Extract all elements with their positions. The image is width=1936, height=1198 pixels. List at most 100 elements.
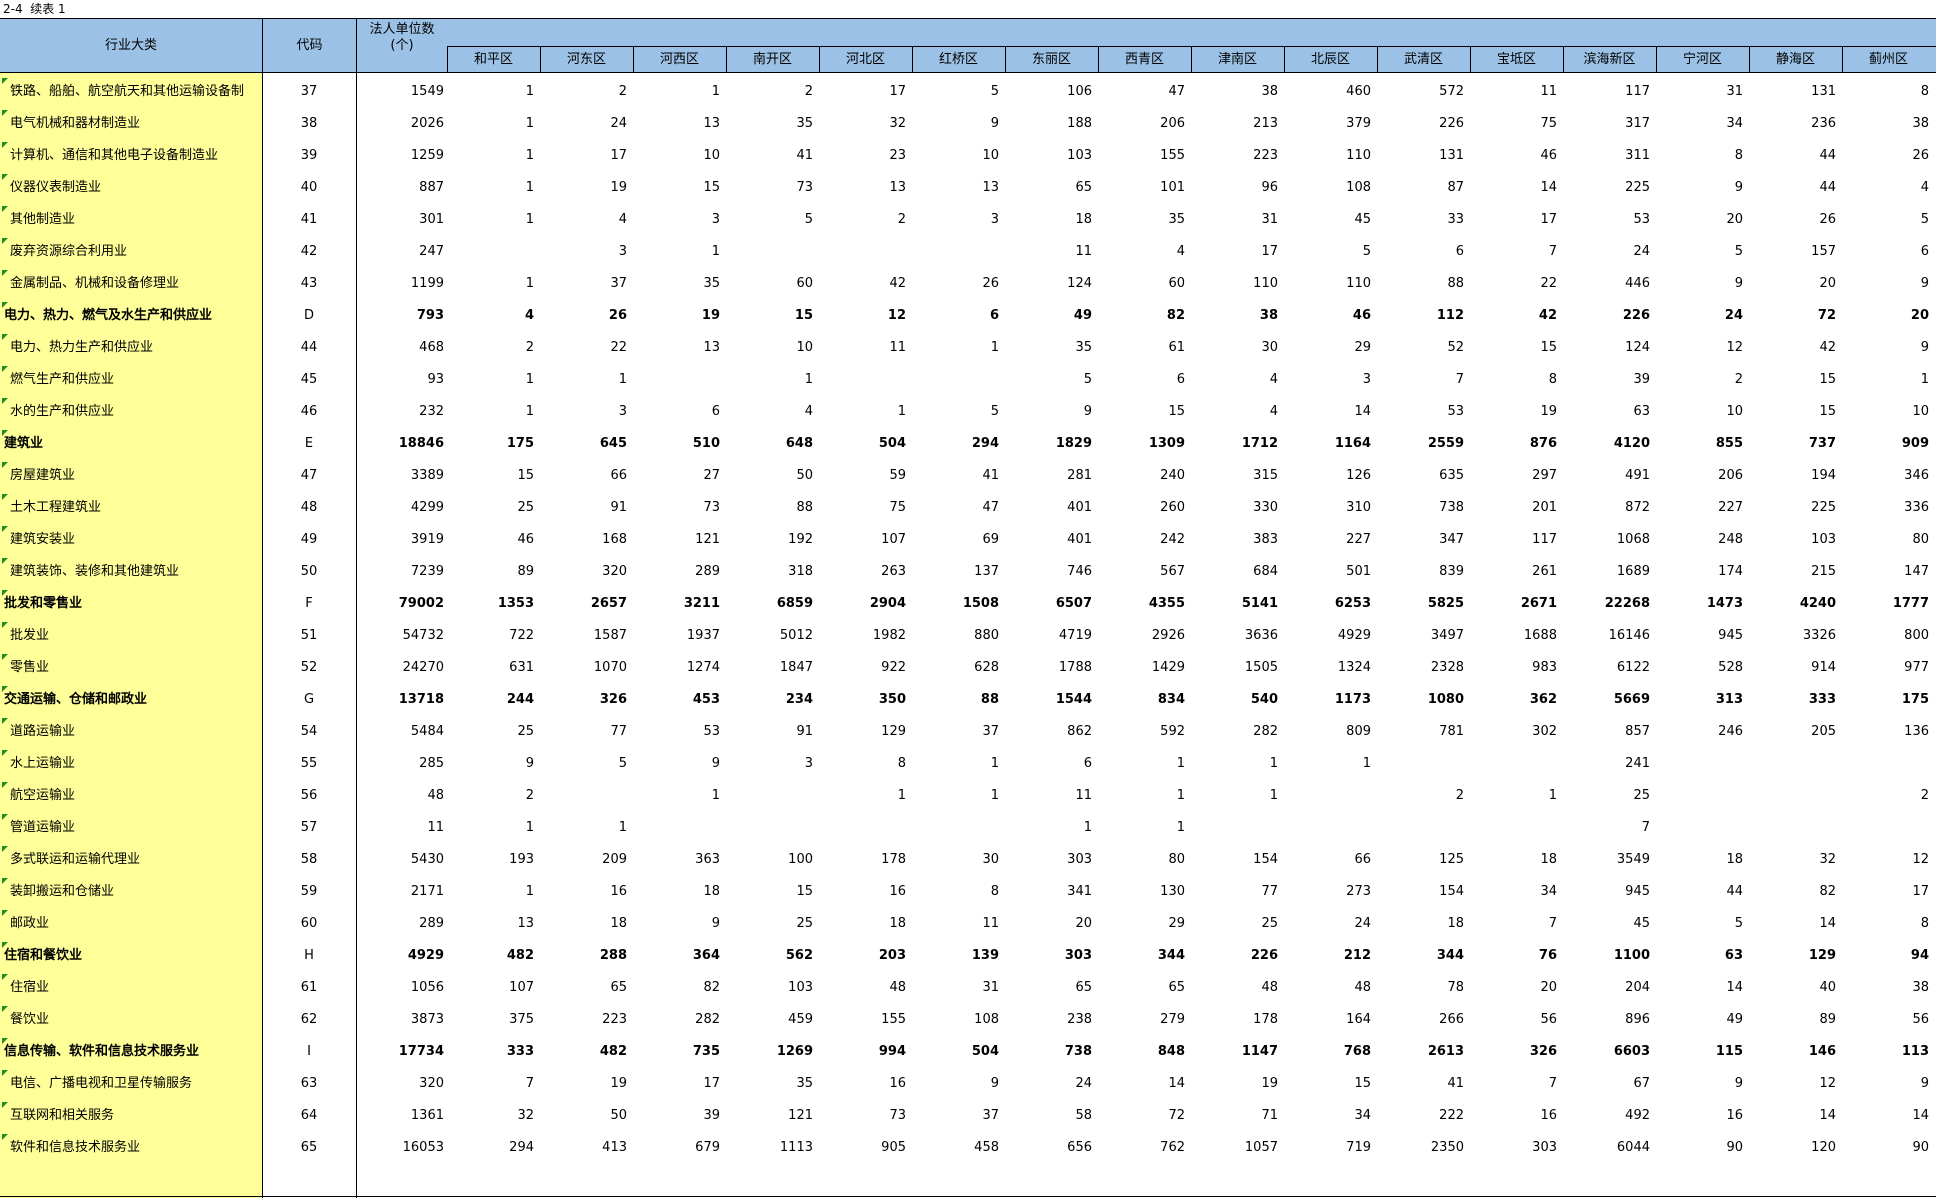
row-district-value[interactable]: 2 <box>540 76 627 108</box>
row-district-value[interactable]: 203 <box>819 940 906 972</box>
row-total[interactable]: 301 <box>357 204 444 236</box>
row-district-value[interactable]: 58 <box>1005 1100 1092 1132</box>
row-district-value[interactable]: 39 <box>1563 364 1650 396</box>
row-district-value[interactable]: 82 <box>1098 300 1185 332</box>
row-district-value[interactable]: 226 <box>1191 940 1278 972</box>
row-district-value[interactable]: 103 <box>1005 140 1092 172</box>
row-district-value[interactable]: 244 <box>447 684 534 716</box>
row-district-value[interactable]: 20 <box>1470 972 1557 1004</box>
row-total[interactable]: 3873 <box>357 1004 444 1036</box>
row-district-value[interactable]: 9 <box>447 748 534 780</box>
row-district-value[interactable]: 108 <box>912 1004 999 1036</box>
row-district-value[interactable]: 1429 <box>1098 652 1185 684</box>
row-district-value[interactable]: 44 <box>1656 876 1743 908</box>
row-district-value[interactable]: 1309 <box>1098 428 1185 460</box>
row-district-value[interactable]: 1788 <box>1005 652 1092 684</box>
row-district-value[interactable]: 5012 <box>726 620 813 652</box>
row-district-value[interactable]: 1324 <box>1284 652 1371 684</box>
row-district-value[interactable]: 510 <box>633 428 720 460</box>
row-district-value[interactable]: 6 <box>1377 236 1464 268</box>
row-district-value[interactable]: 7 <box>1470 908 1557 940</box>
row-district-value[interactable]: 117 <box>1563 76 1650 108</box>
row-district-value[interactable]: 279 <box>1098 1004 1185 1036</box>
row-district-value[interactable]: 63 <box>1656 940 1743 972</box>
row-industry-name[interactable]: 交通运输、仓储和邮政业 <box>4 684 260 716</box>
row-district-value[interactable]: 1 <box>447 812 534 844</box>
row-district-value[interactable]: 50 <box>726 460 813 492</box>
row-district-value[interactable]: 914 <box>1749 652 1836 684</box>
header-district[interactable]: 蓟州区 <box>1842 46 1935 73</box>
row-district-value[interactable]: 18 <box>540 908 627 940</box>
row-district-value[interactable]: 82 <box>1749 876 1836 908</box>
row-code[interactable]: 57 <box>262 812 356 844</box>
row-total[interactable]: 54732 <box>357 620 444 652</box>
row-district-value[interactable]: 645 <box>540 428 627 460</box>
row-district-value[interactable]: 1 <box>447 268 534 300</box>
row-district-value[interactable]: 241 <box>1563 748 1650 780</box>
row-district-value[interactable]: 9 <box>912 108 999 140</box>
row-district-value[interactable]: 53 <box>633 716 720 748</box>
row-district-value[interactable]: 20 <box>1842 300 1929 332</box>
row-district-value[interactable]: 164 <box>1284 1004 1371 1036</box>
row-district-value[interactable]: 9 <box>1842 332 1929 364</box>
row-district-value[interactable]: 684 <box>1191 556 1278 588</box>
row-district-value[interactable]: 1982 <box>819 620 906 652</box>
row-district-value[interactable]: 9 <box>633 748 720 780</box>
row-district-value[interactable]: 857 <box>1563 716 1650 748</box>
row-district-value[interactable]: 26 <box>540 300 627 332</box>
row-district-value[interactable]: 131 <box>1377 140 1464 172</box>
row-district-value[interactable]: 9 <box>912 1068 999 1100</box>
row-district-value[interactable]: 1473 <box>1656 588 1743 620</box>
row-district-value[interactable]: 1 <box>447 364 534 396</box>
row-total[interactable]: 247 <box>357 236 444 268</box>
row-district-value[interactable]: 42 <box>1749 332 1836 364</box>
row-industry-name[interactable]: 燃气生产和供应业 <box>10 364 260 396</box>
row-industry-name[interactable]: 装卸搬运和仓储业 <box>10 876 260 908</box>
row-district-value[interactable]: 204 <box>1563 972 1650 1004</box>
row-district-value[interactable]: 155 <box>1098 140 1185 172</box>
row-district-value[interactable]: 261 <box>1470 556 1557 588</box>
row-district-value[interactable]: 6 <box>1005 748 1092 780</box>
row-district-value[interactable]: 294 <box>447 1132 534 1164</box>
row-district-value[interactable]: 10 <box>912 140 999 172</box>
row-district-value[interactable]: 19 <box>1191 1068 1278 1100</box>
row-district-value[interactable]: 48 <box>819 972 906 1004</box>
row-district-value[interactable]: 317 <box>1563 108 1650 140</box>
row-district-value[interactable]: 9 <box>1656 1068 1743 1100</box>
row-code[interactable]: 46 <box>262 396 356 428</box>
row-district-value[interactable]: 2926 <box>1098 620 1185 652</box>
row-district-value[interactable]: 206 <box>1656 460 1743 492</box>
row-district-value[interactable]: 401 <box>1005 524 1092 556</box>
row-district-value[interactable]: 5141 <box>1191 588 1278 620</box>
row-district-value[interactable]: 103 <box>726 972 813 1004</box>
row-district-value[interactable]: 175 <box>447 428 534 460</box>
row-district-value[interactable]: 341 <box>1005 876 1092 908</box>
row-district-value[interactable]: 1 <box>540 812 627 844</box>
row-district-value[interactable]: 17 <box>540 140 627 172</box>
row-district-value[interactable]: 73 <box>726 172 813 204</box>
row-total[interactable]: 5430 <box>357 844 444 876</box>
row-code[interactable]: I <box>262 1036 356 1068</box>
row-district-value[interactable]: 1847 <box>726 652 813 684</box>
row-district-value[interactable]: 922 <box>819 652 906 684</box>
row-district-value[interactable]: 5 <box>912 76 999 108</box>
row-district-value[interactable]: 289 <box>633 556 720 588</box>
row-district-value[interactable]: 31 <box>1656 76 1743 108</box>
row-district-value[interactable]: 16 <box>1470 1100 1557 1132</box>
row-district-value[interactable]: 155 <box>819 1004 906 1036</box>
row-code[interactable]: 47 <box>262 460 356 492</box>
header-district[interactable]: 河北区 <box>819 46 912 73</box>
row-district-value[interactable]: 236 <box>1749 108 1836 140</box>
row-district-value[interactable]: 59 <box>819 460 906 492</box>
row-district-value[interactable]: 303 <box>1005 844 1092 876</box>
row-code[interactable]: 59 <box>262 876 356 908</box>
row-district-value[interactable]: 303 <box>1470 1132 1557 1164</box>
header-district[interactable]: 宁河区 <box>1656 46 1749 73</box>
row-district-value[interactable]: 482 <box>540 1036 627 1068</box>
row-district-value[interactable]: 648 <box>726 428 813 460</box>
row-district-value[interactable]: 1080 <box>1377 684 1464 716</box>
row-district-value[interactable]: 75 <box>819 492 906 524</box>
row-district-value[interactable]: 592 <box>1098 716 1185 748</box>
row-district-value[interactable]: 1 <box>912 332 999 364</box>
row-district-value[interactable]: 136 <box>1842 716 1929 748</box>
